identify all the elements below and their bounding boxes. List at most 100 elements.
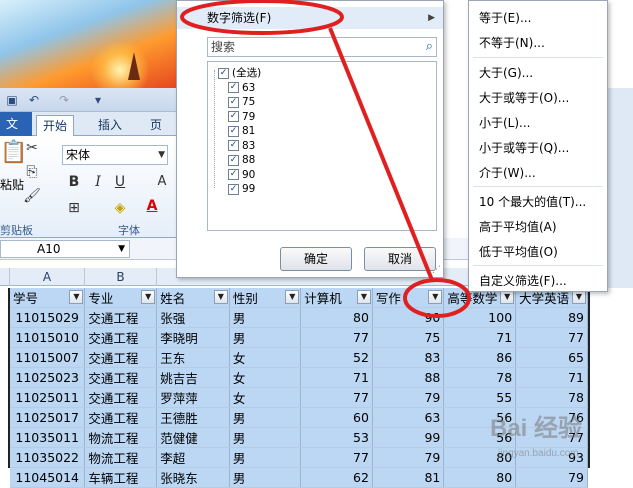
checkbox-checked-icon[interactable]: ✓ [228, 169, 239, 180]
table-cell[interactable]: 11015029 [10, 307, 86, 328]
filter-dropdown-icon[interactable]: ▼ [213, 290, 228, 304]
submenu-item[interactable]: 低于平均值(O) [479, 241, 558, 263]
table-cell[interactable]: 71 [443, 327, 517, 348]
checkbox-checked-icon[interactable]: ✓ [228, 183, 239, 195]
table-cell[interactable]: 交通工程 [84, 407, 158, 428]
table-cell[interactable]: 11025023 [10, 367, 86, 388]
paste-label[interactable]: 粘贴 [0, 176, 24, 193]
table-cell[interactable]: 77 [300, 327, 373, 348]
table-cell[interactable]: 79 [372, 447, 445, 468]
resize-grip-icon[interactable]: ⋰ [432, 265, 441, 275]
table-cell[interactable]: 75 [372, 327, 445, 348]
table-cell[interactable]: 11015010 [10, 327, 86, 348]
cut-icon[interactable]: ✂ [22, 140, 42, 156]
column-header-a[interactable]: A [10, 268, 85, 286]
column-header-b[interactable]: B [85, 268, 157, 286]
table-cell[interactable]: 张强 [156, 307, 230, 328]
table-cell[interactable]: 交通工程 [84, 327, 158, 348]
table-cell[interactable]: 77 [515, 327, 588, 348]
filter-value-item[interactable]: ✓ 81 [228, 124, 255, 139]
table-cell[interactable]: 王东 [156, 347, 230, 368]
table-cell[interactable]: 100 [443, 307, 517, 328]
filter-dropdown-icon[interactable]: ▼ [141, 290, 156, 304]
tab-home[interactable]: 开始 [36, 115, 75, 136]
table-cell[interactable]: 男 [229, 307, 302, 328]
table-cell[interactable]: 77 [300, 447, 373, 468]
italic-button[interactable]: I [88, 174, 108, 190]
table-cell[interactable]: 83 [372, 347, 445, 368]
table-cell[interactable]: 范健健 [156, 427, 230, 448]
table-cell[interactable]: 53 [300, 427, 373, 448]
submenu-item[interactable]: 大于(G)... [479, 62, 533, 84]
table-cell[interactable]: 52 [300, 347, 373, 368]
table-cell[interactable]: 80 [443, 467, 517, 488]
filter-dropdown-icon-active[interactable]: ▼ [428, 290, 443, 304]
underline-button[interactable]: U [110, 174, 130, 190]
table-cell[interactable]: 王德胜 [156, 407, 230, 428]
table-cell[interactable]: 80 [300, 307, 373, 328]
submenu-item[interactable]: 介于(W)... [479, 162, 536, 184]
table-cell[interactable]: 车辆工程 [84, 467, 158, 488]
table-cell[interactable]: 交通工程 [84, 347, 158, 368]
table-cell[interactable]: 88 [372, 367, 445, 388]
table-cell[interactable]: 张晓东 [156, 467, 230, 488]
checkbox-checked-icon[interactable]: ✓ [228, 82, 239, 93]
checkbox-checked-icon[interactable]: ✓ [228, 125, 239, 137]
checkbox-checked-icon[interactable]: ✓ [228, 154, 239, 166]
table-cell[interactable]: 姚吉吉 [156, 367, 230, 388]
table-cell[interactable]: 11035022 [10, 447, 86, 468]
table-cell[interactable]: 罗萍萍 [156, 387, 230, 408]
paste-icon[interactable]: 📋 [0, 140, 27, 165]
cancel-button[interactable]: 取消 [364, 247, 436, 271]
table-cell[interactable]: 81 [372, 467, 445, 488]
table-cell[interactable]: 79 [515, 467, 588, 488]
table-cell[interactable]: 86 [443, 347, 517, 368]
table-cell[interactable]: 65 [515, 347, 588, 368]
filter-search-input[interactable]: 搜索 ⌕ [207, 37, 437, 57]
table-cell[interactable]: 90 [372, 307, 445, 328]
table-cell[interactable]: 71 [515, 367, 588, 388]
redo-icon[interactable]: ↷ [56, 92, 72, 108]
checkbox-checked-icon[interactable]: ✓ [228, 96, 239, 108]
table-cell[interactable]: 男 [229, 427, 302, 448]
table-cell[interactable]: 男 [229, 327, 302, 348]
table-cell[interactable]: 89 [515, 307, 588, 328]
submenu-item[interactable]: 10 个最大的值(T)... [479, 191, 586, 213]
submenu-item[interactable]: 小于或等于(Q)... [479, 137, 569, 159]
filter-value-item[interactable]: ✓ 88 [228, 153, 255, 168]
checkbox-checked-icon[interactable]: ✓ [228, 140, 239, 151]
table-cell[interactable]: 77 [300, 387, 373, 408]
table-cell[interactable]: 男 [229, 447, 302, 468]
table-cell[interactable]: 女 [229, 347, 302, 368]
save-icon[interactable]: ▣ [4, 92, 20, 108]
tab-insert[interactable]: 插入 [92, 115, 128, 136]
increase-font-icon[interactable]: A [152, 174, 172, 189]
table-cell[interactable]: 物流工程 [84, 447, 158, 468]
filter-dropdown-icon[interactable]: ▼ [69, 290, 84, 304]
table-cell[interactable]: 交通工程 [84, 307, 158, 328]
bold-button[interactable]: B [64, 174, 84, 190]
filter-value-item[interactable]: ✓ 63 [228, 81, 255, 96]
border-icon[interactable]: ⊞ [64, 200, 84, 216]
table-cell[interactable]: 11045014 [10, 467, 86, 488]
table-cell[interactable]: 交通工程 [84, 387, 158, 408]
table-cell[interactable]: 79 [372, 387, 445, 408]
submenu-item[interactable]: 自定义筛选(F)... [479, 270, 567, 292]
table-cell[interactable]: 11015007 [10, 347, 86, 368]
filter-value-item[interactable]: ✓ (全选) [218, 66, 261, 81]
format-painter-icon[interactable]: 🖌 [22, 188, 42, 204]
table-cell[interactable]: 交通工程 [84, 367, 158, 388]
table-cell[interactable]: 11025017 [10, 407, 86, 428]
name-box[interactable]: A10 ▼ [0, 240, 130, 258]
filter-value-item[interactable]: ✓ 83 [228, 139, 255, 154]
submenu-item[interactable]: 大于或等于(O)... [479, 87, 569, 109]
tab-file[interactable]: 文件 [0, 112, 32, 155]
table-cell[interactable]: 62 [300, 467, 373, 488]
submenu-item[interactable]: 小于(L)... [479, 112, 531, 134]
font-name-select[interactable]: 宋体 ▼ [62, 145, 168, 165]
table-cell[interactable]: 11025011 [10, 387, 86, 408]
filter-dropdown-icon[interactable]: ▼ [500, 290, 515, 304]
filter-dropdown-icon[interactable]: ▼ [356, 290, 371, 304]
font-color-button[interactable]: A [142, 198, 162, 214]
filter-value-item[interactable]: ✓ 99 [228, 182, 255, 197]
